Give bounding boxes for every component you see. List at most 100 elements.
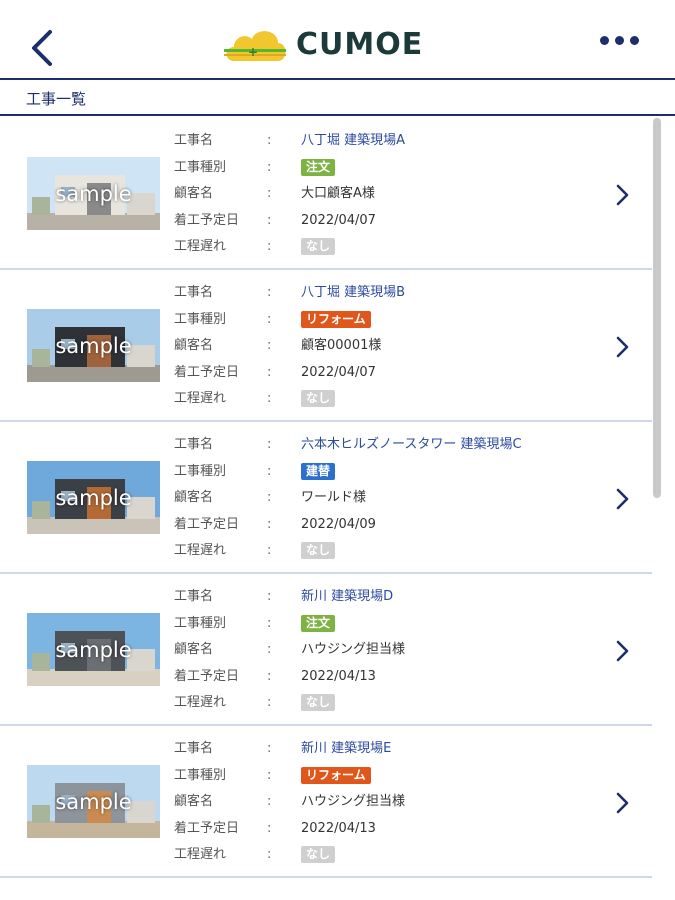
customer-value: ワールド様	[301, 490, 367, 505]
delay-badge: なし	[301, 238, 336, 255]
customer-value: ハウジング担当様	[301, 794, 406, 809]
name-field: 新川 建築現場D	[301, 584, 393, 610]
colon: :	[267, 794, 272, 809]
chevron-right-icon	[616, 336, 629, 358]
start-value: 2022/04/13	[301, 820, 376, 836]
chevron-right-icon	[616, 640, 629, 662]
project-thumbnail: sample	[27, 157, 160, 230]
colon: :	[267, 490, 272, 505]
thumbnail-label: sample	[55, 181, 132, 206]
colon: :	[267, 159, 272, 175]
colon: :	[267, 239, 272, 254]
project-thumbnail: sample	[27, 309, 160, 382]
page-title: 工事一覧	[0, 82, 675, 116]
colon: :	[267, 615, 272, 631]
dot-icon	[600, 36, 609, 45]
customer-label: 顧客名	[174, 794, 214, 809]
name-field: 六本木ヒルズノースタワー 建築現場C	[301, 432, 522, 458]
colon: :	[267, 820, 272, 836]
type-badge: 建替	[301, 462, 336, 480]
list-item[interactable]: sample 工事名: 八丁堀 建築現場B 工事種別: リフォーム 顧客名: 顧客00001…	[0, 270, 652, 422]
list-item[interactable]: sample 工事名: 八丁堀 建築現場A 工事種別: 注文 顧客名: 大口顧客A様 着工予定…	[0, 118, 652, 270]
delay-badge: なし	[301, 694, 336, 711]
colon: :	[267, 516, 272, 532]
delay-label: 工程遅れ	[174, 239, 227, 254]
name-label: 工事名	[174, 133, 214, 148]
delay-field: なし	[301, 234, 336, 260]
start-field: 2022/04/13	[301, 816, 376, 842]
colon: :	[267, 695, 272, 710]
colon: :	[267, 437, 272, 452]
colon: :	[267, 589, 272, 604]
dot-icon	[615, 36, 624, 45]
delay-label: 工程遅れ	[174, 847, 227, 862]
customer-label: 顧客名	[174, 186, 214, 201]
type-field: リフォーム	[301, 763, 371, 789]
thumbnail-label: sample	[55, 789, 132, 814]
thumbnail-label: sample	[55, 333, 132, 358]
name-value: 八丁堀 建築現場A	[301, 133, 406, 148]
name-value: 六本木ヒルズノースタワー 建築現場C	[301, 437, 522, 452]
more-menu-button[interactable]	[600, 36, 652, 60]
list-item[interactable]: sample 工事名: 新川 建築現場D 工事種別: 注文顧客名: ハウジング担当様着工予…	[0, 574, 652, 726]
type-label: 工事種別	[174, 767, 227, 783]
back-button[interactable]	[26, 26, 60, 70]
start-value: 2022/04/07	[301, 212, 376, 228]
thumbnail-label: sample	[55, 485, 132, 510]
customer-label: 顧客名	[174, 338, 214, 353]
customer-field: 顧客00001様	[301, 333, 381, 359]
list-item[interactable]: sample 工事名: 新川 建築現場E 工事種別: リフォーム 顧客名: ハウジング担当様…	[0, 726, 652, 878]
name-value: 新川 建築現場E	[301, 741, 392, 756]
colon: :	[267, 463, 272, 479]
type-badge: リフォーム	[301, 310, 371, 328]
start-label: 着工予定日	[174, 668, 240, 684]
type-badge: 注文	[301, 614, 336, 632]
colon: :	[267, 133, 272, 148]
name-value: 八丁堀 建築現場B	[301, 285, 406, 300]
customer-value: 大口顧客A様	[301, 186, 375, 201]
logo-text: CUMOE	[296, 26, 424, 62]
chevron-right-icon	[616, 792, 629, 814]
type-field: 注文	[301, 611, 336, 637]
app-logo: + CUMOE	[222, 23, 423, 65]
type-label: 工事種別	[174, 615, 227, 631]
type-label: 工事種別	[174, 311, 227, 327]
colon: :	[267, 741, 272, 756]
list-item[interactable]: sample 工事名: 六本木ヒルズノースタワー 建築現場C 工事種別: 建替顧客名: ワ…	[0, 422, 652, 574]
delay-label: 工程遅れ	[174, 695, 227, 710]
delay-badge: なし	[301, 846, 336, 863]
customer-label: 顧客名	[174, 490, 214, 505]
type-field: リフォーム	[301, 307, 371, 333]
name-label: 工事名	[174, 589, 214, 604]
start-field: 2022/04/07	[301, 360, 376, 386]
name-label: 工事名	[174, 285, 214, 300]
delay-field: なし	[301, 386, 336, 412]
type-badge: リフォーム	[301, 766, 371, 784]
delay-badge: なし	[301, 542, 336, 559]
type-label: 工事種別	[174, 463, 227, 479]
start-label: 着工予定日	[174, 212, 240, 228]
app-header: + CUMOE	[0, 0, 675, 80]
colon: :	[267, 391, 272, 406]
customer-value: ハウジング担当様	[301, 642, 406, 657]
colon: :	[267, 364, 272, 380]
delay-badge: なし	[301, 390, 336, 407]
colon: :	[267, 668, 272, 684]
colon: :	[267, 212, 272, 228]
colon: :	[267, 767, 272, 783]
cloud-logo-icon: +	[224, 31, 286, 61]
start-label: 着工予定日	[174, 516, 240, 532]
start-label: 着工予定日	[174, 820, 240, 836]
name-field: 八丁堀 建築現場A	[301, 128, 405, 154]
type-field: 建替	[301, 459, 336, 485]
name-label: 工事名	[174, 437, 214, 452]
colon: :	[267, 543, 272, 558]
start-field: 2022/04/07	[301, 208, 376, 234]
start-value: 2022/04/09	[301, 516, 376, 532]
name-field: 八丁堀 建築現場B	[301, 280, 405, 306]
customer-label: 顧客名	[174, 642, 214, 657]
scrollbar[interactable]	[653, 118, 661, 498]
project-thumbnail: sample	[27, 765, 160, 838]
type-badge: 注文	[301, 158, 336, 176]
project-thumbnail: sample	[27, 613, 160, 686]
